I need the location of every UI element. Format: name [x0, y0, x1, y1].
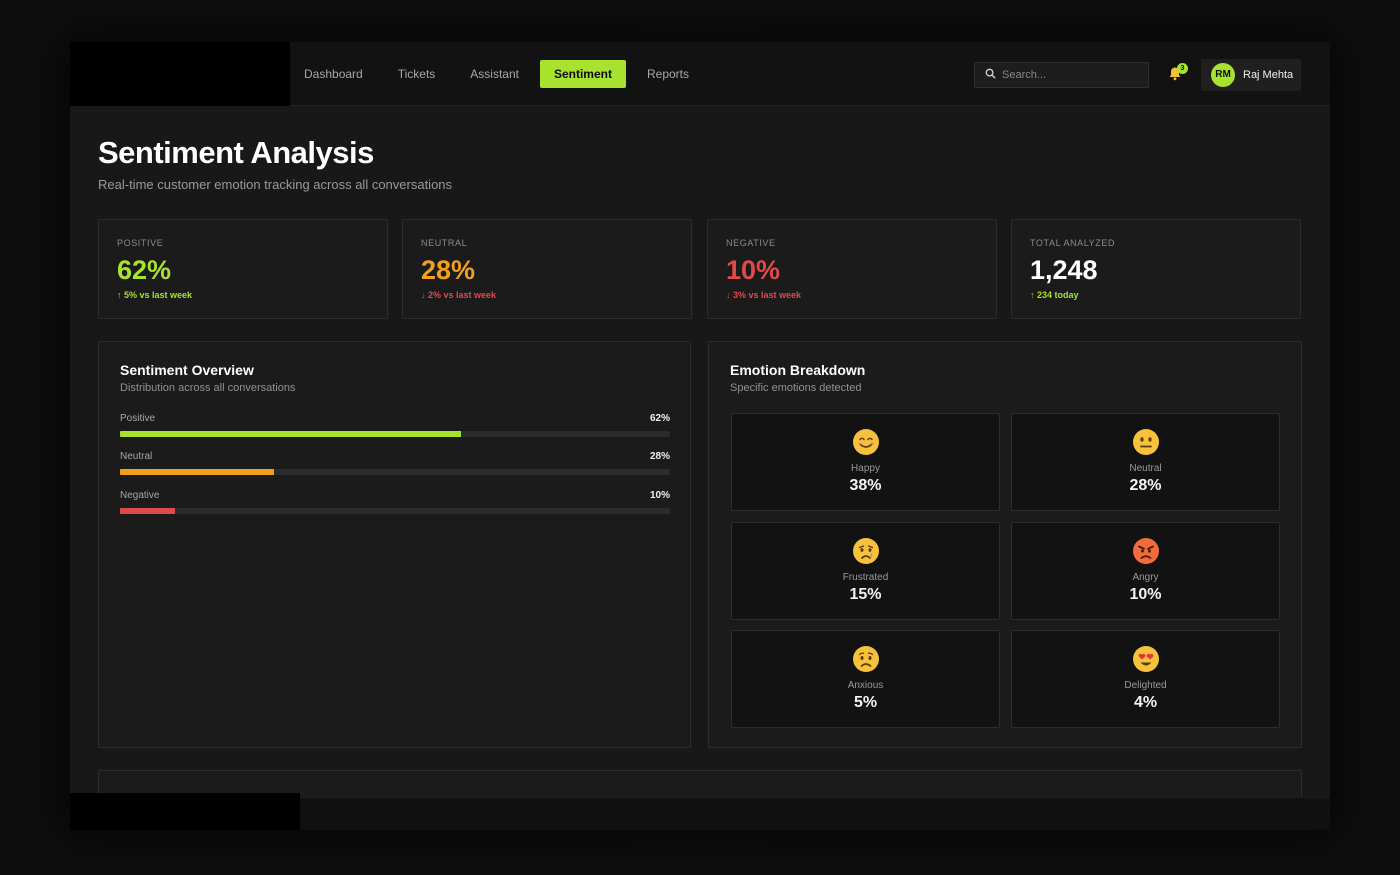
angry-face-icon [1012, 537, 1279, 564]
emotion-percent: 15% [849, 586, 882, 603]
emotion-breakdown-panel: Emotion Breakdown Specific emotions dete… [708, 341, 1302, 748]
bar-row-positive: Positive 62% [120, 413, 670, 443]
stat-change: ↓ 2% vs last week [421, 290, 497, 300]
stat-label: NEGATIVE [726, 238, 776, 248]
stat-value: 10% [726, 255, 781, 285]
user-menu[interactable]: RM Raj Mehta [1201, 59, 1301, 91]
bar-fill [120, 469, 274, 475]
nav-link-dashboard[interactable]: Dashboard [290, 60, 377, 88]
stat-card-positive: POSITIVE 62% ↑ 5% vs last week [98, 219, 388, 319]
nav-link-reports[interactable]: Reports [633, 60, 703, 88]
emotion-percent: 4% [1133, 694, 1158, 711]
stat-card-total: TOTAL ANALYZED 1,248 ↑ 234 today [1011, 219, 1301, 319]
bar-row-negative: Negative 10% [120, 490, 670, 520]
emotion-card-angry: Angry 10% [1011, 522, 1280, 620]
emotion-card-neutral: Neutral 28% [1011, 413, 1280, 511]
emotion-card-happy: Happy 38% [731, 413, 1000, 511]
stat-value: 62% [117, 255, 172, 285]
page-title: Sentiment Analysis [98, 135, 374, 170]
emotion-percent: 28% [1129, 477, 1162, 494]
bar-percent: 28% [649, 451, 670, 462]
emotion-name: Neutral [1129, 463, 1162, 474]
crying-face-icon [732, 537, 999, 564]
panel-subtitle: Distribution across all conversations [120, 382, 296, 394]
notification-badge: 3 [1177, 63, 1188, 74]
top-navigation: Dashboard Tickets Assistant Sentiment Re… [70, 42, 1330, 106]
emotion-card-frustrated: Frustrated 15% [731, 522, 1000, 620]
stat-value: 28% [421, 255, 476, 285]
emotion-card-delighted: Delighted 4% [1011, 630, 1280, 728]
smiling-face-icon [732, 428, 999, 455]
page-subtitle: Real-time customer emotion tracking acro… [98, 177, 453, 192]
footer-redacted [70, 793, 300, 830]
sentiment-overview-panel: Sentiment Overview Distribution across a… [98, 341, 691, 748]
search-box [974, 62, 1149, 88]
stat-card-negative: NEGATIVE 10% ↓ 3% vs last week [707, 219, 997, 319]
stat-label: TOTAL ANALYZED [1030, 238, 1116, 248]
panel-title: Emotion Breakdown [730, 362, 866, 378]
search-icon [985, 68, 996, 82]
bar-fill [120, 508, 175, 514]
emotion-percent: 10% [1129, 586, 1162, 603]
stat-change: ↑ 5% vs last week [117, 290, 193, 300]
stat-card-neutral: NEUTRAL 28% ↓ 2% vs last week [402, 219, 692, 319]
bar-track [120, 469, 670, 475]
nav-link-assistant[interactable]: Assistant [456, 60, 533, 88]
user-name: Raj Mehta [1243, 69, 1294, 81]
emotion-name: Happy [851, 463, 880, 474]
bar-track [120, 431, 670, 437]
bar-label: Neutral [120, 451, 153, 462]
worried-face-icon [732, 645, 999, 672]
emotion-name: Frustrated [842, 572, 889, 583]
stat-label: NEUTRAL [421, 238, 468, 248]
nav-link-tickets[interactable]: Tickets [384, 60, 450, 88]
panel-subtitle: Specific emotions detected [730, 382, 862, 394]
neutral-face-icon [1012, 428, 1279, 455]
bar-percent: 10% [649, 490, 670, 501]
avatar: RM [1211, 63, 1235, 87]
emotion-name: Anxious [847, 680, 884, 691]
bar-row-neutral: Neutral 28% [120, 451, 670, 481]
bar-label: Positive [120, 413, 156, 424]
emotion-percent: 5% [853, 694, 878, 711]
search-input[interactable] [1002, 69, 1142, 81]
stat-change: ↑ 234 today [1030, 290, 1079, 300]
nav-links: Dashboard Tickets Assistant Sentiment Re… [290, 60, 710, 88]
panel-title: Sentiment Overview [120, 362, 254, 378]
bar-track [120, 508, 670, 514]
app-window: Dashboard Tickets Assistant Sentiment Re… [70, 42, 1330, 830]
stat-label: POSITIVE [117, 238, 164, 248]
emotion-name: Delighted [1124, 680, 1167, 691]
nav-link-sentiment[interactable]: Sentiment [539, 60, 626, 88]
bar-label: Negative [120, 490, 160, 501]
stat-value: 1,248 [1030, 255, 1098, 285]
bar-percent: 62% [649, 413, 670, 424]
bar-fill [120, 431, 461, 437]
stat-change: ↓ 3% vs last week [726, 290, 802, 300]
emotion-card-anxious: Anxious 5% [731, 630, 1000, 728]
heart-eyes-face-icon [1012, 645, 1279, 672]
logo-redacted [70, 42, 290, 106]
emotion-percent: 38% [849, 477, 882, 494]
emotion-name: Angry [1132, 572, 1159, 583]
